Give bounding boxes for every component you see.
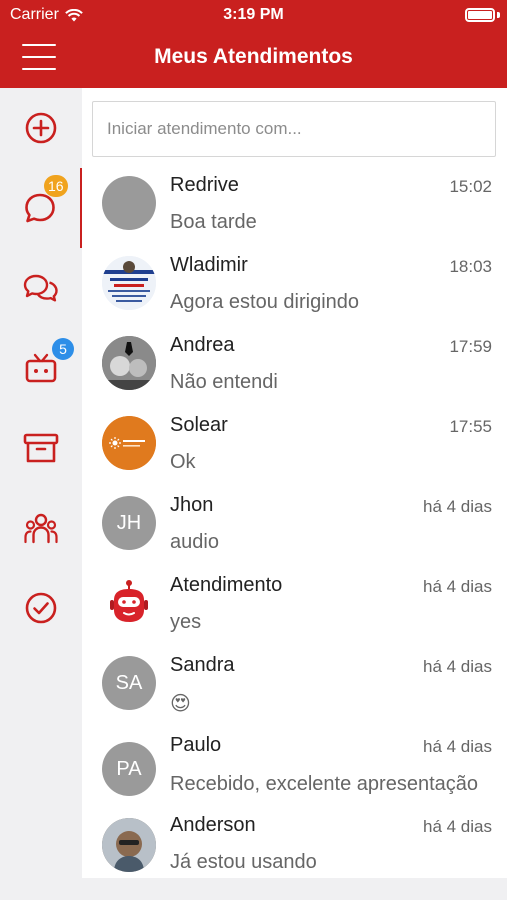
people-group-icon xyxy=(24,513,58,544)
chat-name: Andrea xyxy=(170,334,235,356)
clock: 3:19 PM xyxy=(223,6,284,23)
chat-last-message: Agora estou dirigindo xyxy=(170,291,360,313)
chat-item-paulo[interactable]: PA Paulo há 4 dias Recebido, excelente a… xyxy=(82,728,507,808)
chat-name: Redrive xyxy=(170,174,239,196)
sidebar-item-completed[interactable] xyxy=(0,568,82,648)
chat-item-redrive[interactable]: Redrive 15:02 Boa tarde xyxy=(82,168,507,248)
chat-item-anderson[interactable]: Anderson há 4 dias Já estou usando xyxy=(82,808,507,878)
avatar xyxy=(102,576,156,630)
archive-box-icon xyxy=(23,433,59,463)
sidebar-item-archive[interactable] xyxy=(0,408,82,488)
chats-count-badge: 16 xyxy=(44,175,68,197)
avatar: PA xyxy=(102,742,156,796)
chat-last-message: Recebido, excelente apresentação xyxy=(170,773,478,795)
chat-item-jhon[interactable]: JH Jhon há 4 dias audio xyxy=(82,488,507,568)
chat-time: 15:02 xyxy=(449,177,492,196)
sidebar-item-chats[interactable]: 16 xyxy=(0,168,82,248)
robot-icon xyxy=(110,580,148,622)
chat-last-message: yes xyxy=(170,611,202,633)
battery-nub xyxy=(497,12,500,18)
chat-last-message: Ok xyxy=(170,451,196,473)
chat-item-solear[interactable]: Solear 17:55 Ok xyxy=(82,408,507,488)
chat-time: há 4 dias xyxy=(423,737,492,756)
solear-logo xyxy=(102,416,156,470)
add-circle-icon xyxy=(25,112,57,144)
chat-time: há 4 dias xyxy=(423,577,492,596)
avatar: SA xyxy=(102,656,156,710)
chat-last-message: Boa tarde xyxy=(170,211,257,233)
chat-item-andrea[interactable]: Andrea 17:59 Não entendi xyxy=(82,328,507,408)
sidebar-item-tv[interactable]: 5 xyxy=(0,328,82,408)
chat-item-atendimento[interactable]: Atendimento há 4 dias yes xyxy=(82,568,507,648)
chat-name: Sandra xyxy=(170,654,235,676)
chat-time: 18:03 xyxy=(449,257,492,276)
search-input[interactable] xyxy=(92,101,496,157)
tv-count-badge: 5 xyxy=(52,338,74,360)
avatar xyxy=(102,176,156,230)
app-header: Carrier 3:19 PM Meus Atendimentos xyxy=(0,0,507,88)
chat-name: Wladimir xyxy=(170,254,248,276)
avatar-photo xyxy=(102,336,156,390)
avatar-flyer-image xyxy=(102,256,156,310)
avatar: JH xyxy=(102,496,156,550)
chat-name: Atendimento xyxy=(170,574,283,596)
chat-time: 17:55 xyxy=(449,417,492,436)
chat-bubbles-icon xyxy=(23,274,58,302)
chat-list-panel: Redrive 15:02 Boa tarde Wladimir 18:03 A… xyxy=(82,88,507,878)
chat-last-message: 😍 xyxy=(170,693,191,715)
avatar xyxy=(102,818,156,872)
battery-icon xyxy=(465,8,495,22)
tv-icon xyxy=(25,353,57,383)
chat-name: Paulo xyxy=(170,734,222,756)
page-title: Meus Atendimentos xyxy=(154,45,353,68)
sidebar-item-conversations[interactable] xyxy=(0,248,82,328)
chat-item-sandra[interactable]: SA Sandra há 4 dias 😍 xyxy=(82,648,507,728)
avatar-photo xyxy=(102,818,156,872)
avatar xyxy=(102,256,156,310)
chat-last-message: Já estou usando xyxy=(170,851,317,873)
check-circle-icon xyxy=(25,592,57,624)
chat-last-message: Não entendi xyxy=(170,371,278,393)
chat-name: Jhon xyxy=(170,494,214,516)
avatar xyxy=(102,416,156,470)
sidebar-item-new[interactable] xyxy=(0,88,82,168)
avatar xyxy=(102,336,156,390)
status-bar: Carrier 3:19 PM xyxy=(0,0,507,30)
sidebar-item-groups[interactable] xyxy=(0,488,82,568)
chat-time: há 4 dias xyxy=(423,657,492,676)
chat-name: Solear xyxy=(170,414,228,436)
sidebar: 16 5 xyxy=(0,88,82,900)
chat-name: Anderson xyxy=(170,814,256,836)
chat-last-message: audio xyxy=(170,531,219,553)
chat-time: há 4 dias xyxy=(423,497,492,516)
chat-time: há 4 dias xyxy=(423,817,492,836)
chat-time: 17:59 xyxy=(449,337,492,356)
chat-item-wladimir[interactable]: Wladimir 18:03 Agora estou dirigindo xyxy=(82,248,507,328)
